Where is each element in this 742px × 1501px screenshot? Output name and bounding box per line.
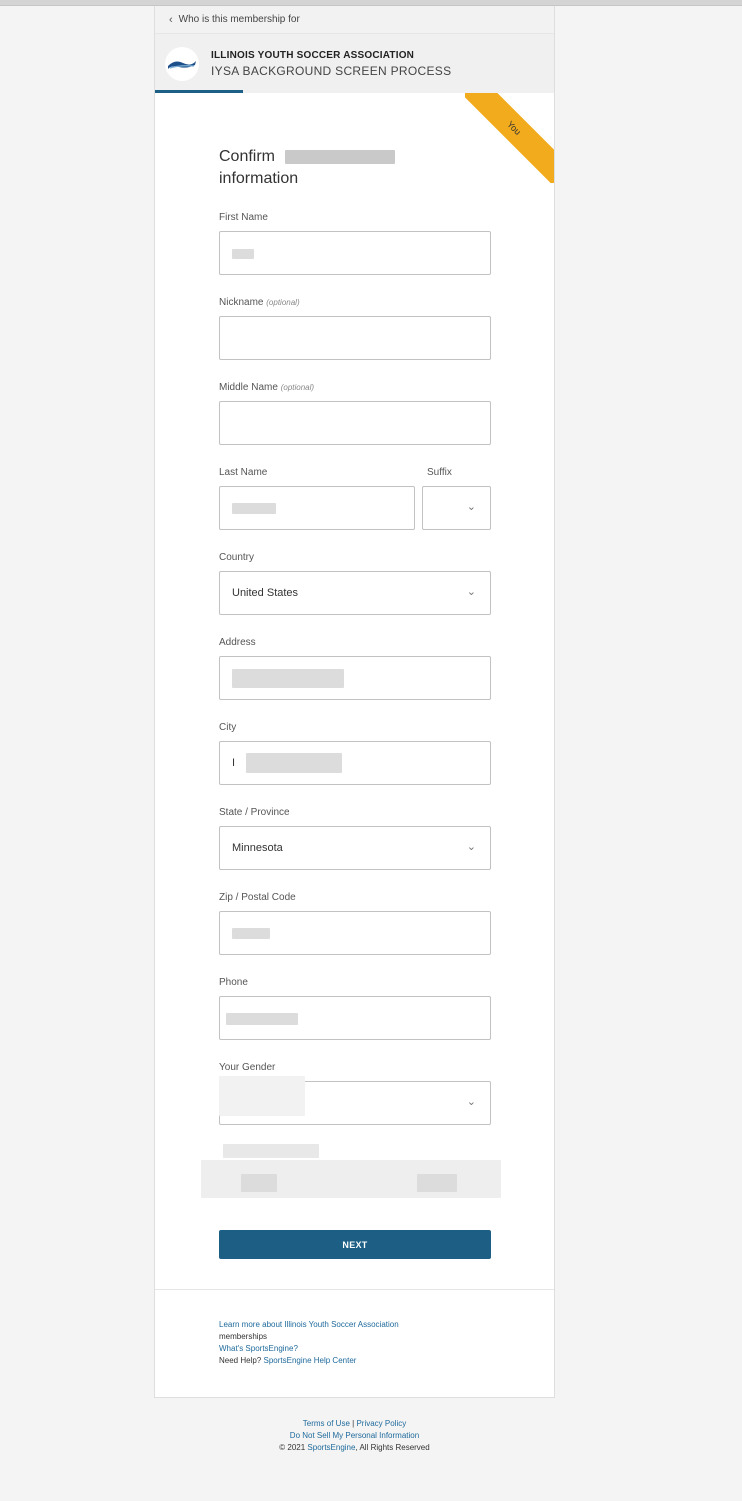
card-divider (155, 1289, 554, 1290)
title-information: information (219, 170, 299, 187)
you-ribbon: You (465, 93, 554, 183)
program-name: IYSA BACKGROUND SCREEN PROCESS (211, 63, 452, 78)
need-help-label: Need Help? (219, 1356, 262, 1365)
redacted-name (285, 149, 396, 164)
redacted-value (232, 928, 270, 939)
you-ribbon-label: You (465, 93, 554, 183)
redacted-block (417, 1174, 457, 1192)
back-link[interactable]: ‹ Who is this membership for (155, 6, 554, 34)
org-logo-icon (165, 46, 199, 81)
suffix-label: Suffix (427, 467, 452, 478)
redacted-value (226, 1013, 298, 1025)
help-links: Learn more about Illinois Youth Soccer A… (219, 1319, 519, 1367)
phone-input[interactable] (219, 996, 491, 1040)
copyright-prefix: © 2021 (279, 1443, 306, 1452)
nickname-input[interactable] (219, 316, 491, 360)
org-header: ILLINOIS YOUTH SOCCER ASSOCIATION IYSA B… (155, 34, 554, 93)
terms-link[interactable]: Terms of Use (303, 1419, 350, 1428)
state-value: Minnesota (232, 842, 283, 854)
city-input[interactable]: I (219, 741, 491, 785)
chevron-down-icon: ⌄ (466, 586, 476, 598)
last-name-input[interactable] (219, 486, 415, 530)
back-link-label: Who is this membership for (178, 14, 300, 25)
page-title: Confirm information (219, 146, 396, 190)
do-not-sell-link[interactable]: Do Not Sell My Personal Information (290, 1431, 419, 1440)
next-button[interactable]: NEXT (219, 1230, 491, 1259)
chevron-down-icon: ⌄ (466, 841, 476, 853)
chevron-down-icon: ⌄ (466, 1096, 476, 1108)
redacted-block (241, 1174, 277, 1192)
footer-separator: | (352, 1419, 355, 1428)
nickname-label: Nickname (optional) (219, 297, 300, 308)
state-label: State / Province (219, 807, 290, 818)
copyright-suffix: , All Rights Reserved (355, 1443, 430, 1452)
suffix-select[interactable]: ⌄ (422, 486, 491, 530)
country-label: Country (219, 552, 255, 563)
learn-more-link[interactable]: Learn more about Illinois Youth Soccer A… (219, 1320, 399, 1329)
page-footer: Terms of Use | Privacy Policy Do Not Sel… (154, 1418, 555, 1454)
phone-label: Phone (219, 977, 248, 988)
country-select[interactable]: United States ⌄ (219, 571, 491, 615)
address-input[interactable] (219, 656, 491, 700)
city-initial: I (232, 757, 236, 769)
chevron-left-icon: ‹ (169, 13, 173, 26)
redacted-overlay (219, 1076, 305, 1116)
redacted-value (232, 249, 254, 259)
middle-name-input[interactable] (219, 401, 491, 445)
zip-input[interactable] (219, 911, 491, 955)
chevron-down-icon: ⌄ (466, 501, 476, 513)
privacy-link[interactable]: Privacy Policy (356, 1419, 406, 1428)
city-label: City (219, 722, 237, 733)
org-name: ILLINOIS YOUTH SOCCER ASSOCIATION (211, 49, 415, 61)
help-center-link[interactable]: SportsEngine Help Center (263, 1356, 356, 1365)
address-label: Address (219, 637, 256, 648)
membership-card: ‹ Who is this membership for ILLINOIS YO… (154, 6, 555, 1398)
redacted-value (246, 753, 342, 773)
redacted-block (223, 1144, 319, 1158)
redacted-value (232, 669, 344, 688)
sportsengine-link[interactable]: SportsEngine (307, 1443, 355, 1452)
middle-name-label: Middle Name (optional) (219, 382, 315, 393)
last-name-label: Last Name (219, 467, 268, 478)
country-value: United States (232, 587, 299, 599)
gender-label: Your Gender (219, 1062, 276, 1073)
first-name-label: First Name (219, 212, 268, 223)
zip-label: Zip / Postal Code (219, 892, 296, 903)
first-name-input[interactable] (219, 231, 491, 275)
whats-sportsengine-link[interactable]: What's SportsEngine? (219, 1344, 298, 1353)
title-confirm: Confirm (219, 148, 276, 165)
header-accent-bar (155, 90, 243, 93)
learn-more-tail: memberships (219, 1332, 268, 1341)
state-select[interactable]: Minnesota ⌄ (219, 826, 491, 870)
redacted-value (232, 503, 276, 514)
